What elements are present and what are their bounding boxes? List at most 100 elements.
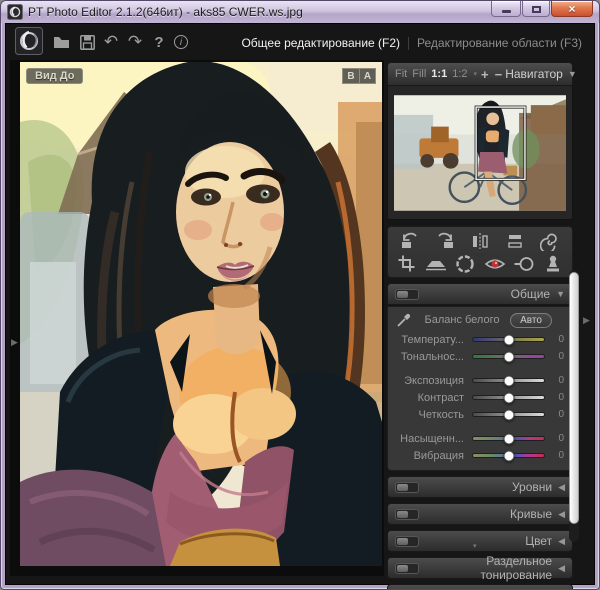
after-button[interactable]: A [359, 69, 375, 83]
rotate-right-button[interactable] [432, 230, 458, 251]
contrast-slider[interactable] [472, 395, 545, 400]
distortion-button[interactable] [537, 230, 563, 251]
collapsed-arrow-icon[interactable]: ◀ [558, 536, 565, 547]
open-file-button[interactable] [52, 33, 70, 51]
distortion-icon [540, 231, 560, 251]
zoom-1-1-button[interactable]: 1:1 [431, 68, 447, 80]
tint-slider-handle[interactable] [503, 351, 514, 362]
healing-button[interactable] [511, 253, 537, 274]
vibrance-slider[interactable] [472, 453, 545, 458]
auto-white-balance-button[interactable]: Авто [510, 313, 552, 328]
panel-color-header[interactable]: Цвет ◀ [387, 530, 573, 552]
undo-button[interactable]: ↶ [102, 33, 120, 51]
rotate-right-icon [434, 231, 456, 250]
collapsed-arrow-icon[interactable]: ◀ [558, 482, 565, 493]
zoom-fill-button[interactable]: Fill [412, 68, 426, 80]
general-toggle-switch[interactable] [395, 289, 419, 300]
vignette-button[interactable] [452, 253, 478, 274]
clarity-slider-handle[interactable] [503, 409, 514, 420]
right-panel: Fit Fill 1:1 1:2 ▾ + − Навигатор ▼ [387, 62, 573, 590]
navigator-thumbnail [394, 93, 566, 213]
zoom-fit-button[interactable]: Fit [395, 68, 407, 80]
vignette-icon [455, 254, 475, 274]
collapsed-arrow-icon[interactable]: ◀ [558, 509, 565, 520]
slider-row-saturation: Насыщенн... 0 [392, 430, 566, 447]
temperature-slider[interactable] [472, 337, 545, 342]
before-after-toggle: B A [342, 68, 376, 84]
panel-details-header[interactable]: Детали ◀ [387, 584, 573, 590]
window-title: PT Photo Editor 2.1.2(646ит) - aks85 CWE… [28, 5, 303, 19]
before-button[interactable]: B [343, 69, 359, 83]
clone-stamp-icon [543, 255, 563, 273]
panel-scrollbar-thumb[interactable] [569, 272, 579, 524]
zoom-1-2-button[interactable]: 1:2 [452, 68, 467, 80]
slider-row-temperature: Температу... 0 [392, 331, 566, 348]
panel-curves-header[interactable]: Кривые ◀ [387, 503, 573, 525]
title-bar[interactable]: PT Photo Editor 2.1.2(646ит) - aks85 CWE… [1, 1, 599, 23]
info-icon: i [174, 35, 188, 49]
collapsed-arrow-icon[interactable]: ◀ [558, 563, 565, 574]
slider-row-vibrance: Вибрация 0 [392, 447, 566, 464]
panel-levels-header[interactable]: Уровни ◀ [387, 476, 573, 498]
crop-icon [397, 254, 416, 273]
exposure-slider[interactable] [472, 378, 545, 383]
color-toggle-switch[interactable] [395, 536, 419, 547]
zoom-out-button[interactable]: − [495, 67, 503, 82]
levels-toggle-switch[interactable] [395, 482, 419, 493]
minimize-button[interactable] [491, 1, 521, 17]
rotate-left-button[interactable] [397, 230, 423, 251]
straighten-button[interactable] [423, 253, 449, 274]
zoom-in-button[interactable]: + [481, 67, 489, 82]
white-balance-label: Баланс белого [414, 314, 510, 326]
tools-panel [387, 226, 573, 278]
red-eye-icon [484, 256, 506, 272]
right-panel-collapse-arrow-icon[interactable]: ▶ [583, 316, 590, 325]
info-button[interactable]: i [172, 33, 190, 51]
navigator-header[interactable]: Fit Fill 1:1 1:2 ▾ + − Навигатор ▼ [387, 62, 573, 86]
flip-horizontal-icon [470, 232, 490, 250]
navigator-title: Навигатор [505, 67, 563, 81]
saturation-slider[interactable] [472, 436, 545, 441]
red-eye-button[interactable] [482, 253, 508, 274]
healing-icon [513, 255, 535, 273]
left-panel-expand-arrow-icon[interactable]: ▶ [11, 338, 18, 347]
panel-general-body: Баланс белого Авто Температу... 0 Тональ… [387, 306, 573, 471]
navigator-collapse-icon[interactable]: ▼ [568, 69, 577, 79]
flip-vertical-button[interactable] [502, 230, 528, 251]
expand-arrow-icon[interactable]: ▼ [556, 289, 565, 299]
redo-button[interactable]: ↷ [126, 33, 144, 51]
flip-horizontal-button[interactable] [467, 230, 493, 251]
close-button[interactable]: × [551, 1, 593, 17]
photo-canvas[interactable] [20, 62, 382, 566]
tab-region-editing[interactable]: Редактирование области (F3) [409, 36, 590, 50]
vibrance-slider-handle[interactable] [503, 450, 514, 461]
contrast-slider-handle[interactable] [503, 392, 514, 403]
panel-general-title: Общие [419, 287, 550, 301]
clone-stamp-button[interactable] [540, 253, 566, 274]
tab-general-editing[interactable]: Общее редактирование (F2) [233, 36, 408, 50]
scroll-down-icon[interactable]: ▾ [473, 542, 477, 550]
straighten-icon [424, 256, 448, 272]
tint-slider[interactable] [472, 354, 545, 359]
rotate-left-icon [399, 231, 421, 250]
panel-general-header[interactable]: Общие ▼ [387, 283, 573, 305]
split-toning-toggle-switch[interactable] [395, 563, 419, 574]
minimize-icon [502, 10, 511, 13]
curves-toggle-switch[interactable] [395, 509, 419, 520]
main-content: ↶ ↷ ? i Общее редактирование (F2) Редакт… [5, 23, 595, 585]
crop-button[interactable] [394, 253, 420, 274]
white-balance-eyedropper-icon[interactable] [394, 312, 414, 328]
maximize-button[interactable] [522, 1, 550, 17]
panel-scrollbar[interactable] [569, 270, 579, 542]
clarity-slider[interactable] [472, 412, 545, 417]
toolbar: ↶ ↷ ? i Общее редактирование (F2) Редакт… [6, 24, 594, 58]
zoom-dropdown-icon[interactable]: ▾ [474, 70, 478, 78]
saturation-slider-handle[interactable] [503, 433, 514, 444]
exposure-slider-handle[interactable] [503, 375, 514, 386]
save-button[interactable] [78, 33, 96, 51]
temperature-slider-handle[interactable] [503, 334, 514, 345]
navigator-preview[interactable] [387, 86, 573, 220]
help-button[interactable]: ? [150, 33, 168, 51]
redo-icon: ↷ [128, 32, 142, 52]
panel-split-toning-header[interactable]: Раздельное тонирование ◀ [387, 557, 573, 579]
